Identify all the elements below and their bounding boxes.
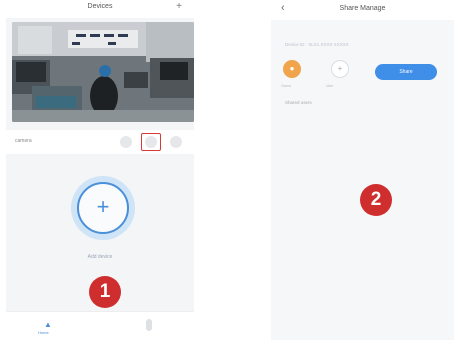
device-toolbar: camera [6,130,194,154]
camera-preview[interactable] [12,22,194,122]
share-header: ‹ Share Manage [271,0,454,20]
step-badge-2: 2 [360,184,392,216]
step-badge-1: 1 [89,276,121,308]
device-name: camera [15,138,32,144]
share-button[interactable]: Share [375,64,437,80]
owner-avatar-icon: ● [283,60,301,78]
shared-users-label: Shared users [285,100,312,105]
add-device-button[interactable]: + [71,176,135,240]
owner-label: Owner [281,84,292,88]
device-id-line: Device ID : XLX1 XXXX XXXXX [285,42,349,47]
tab-bar: ▲ Home [6,311,194,340]
devices-title: Devices [87,3,113,10]
share-icon[interactable] [145,136,157,148]
devices-screen: Devices + camera + Add device 1 ▲ Home [6,0,194,340]
share-manage-screen: ‹ Share Manage Device ID : XLX1 XXXX XXX… [271,0,454,340]
user-avatar-icon[interactable]: + [331,60,349,78]
home-icon[interactable]: ▲ [44,320,52,329]
plus-icon: + [96,194,110,219]
settings-icon[interactable] [120,136,132,148]
profile-icon[interactable] [146,319,152,331]
user-label: User [326,84,334,88]
add-icon[interactable]: + [176,1,182,12]
add-device-label: Add device [87,254,113,260]
devices-header: Devices + [6,0,194,18]
share-title: Share Manage [339,5,386,12]
add-device-circle: + [77,182,129,234]
tab-home-label[interactable]: Home [38,330,49,335]
more-icon[interactable] [170,136,182,148]
